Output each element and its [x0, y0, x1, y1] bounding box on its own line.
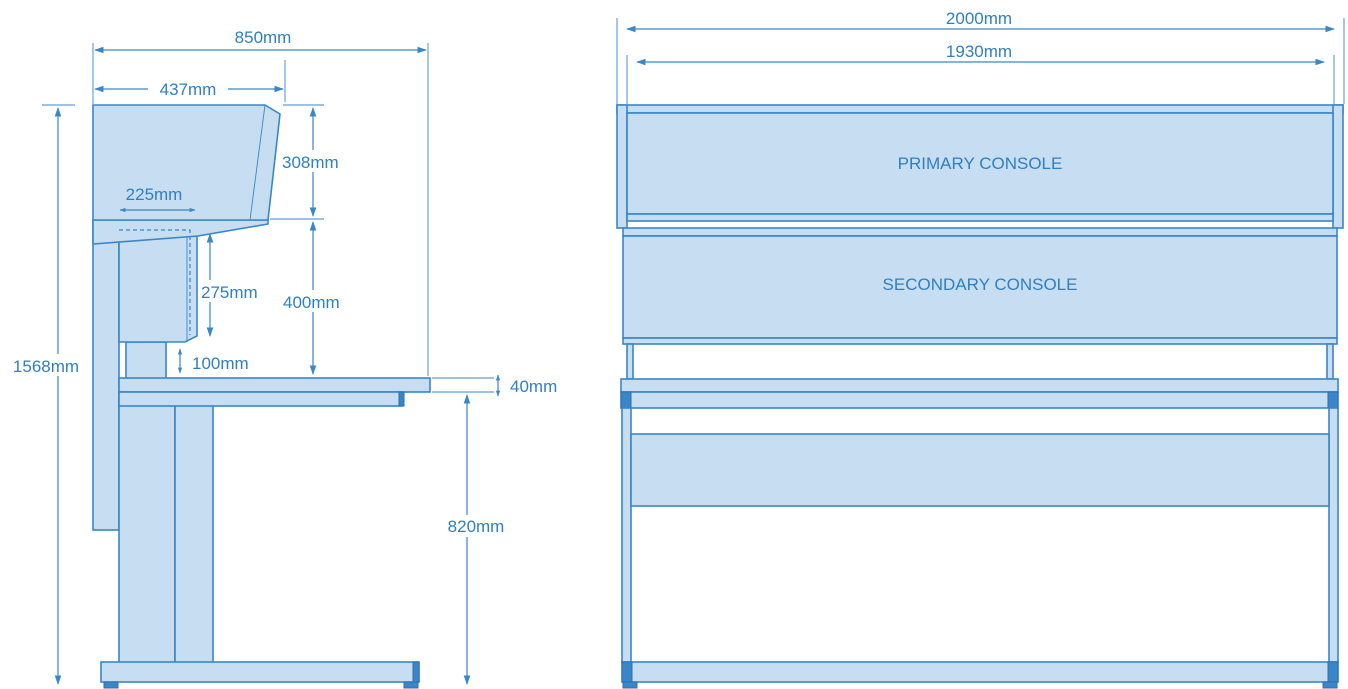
- base-foot-cap: [412, 661, 420, 683]
- dim-1930-label: 1930mm: [946, 42, 1012, 61]
- primary-console-label: PRIMARY CONSOLE: [898, 154, 1063, 173]
- secondary-console-top: [622, 227, 1338, 237]
- secondary-neck: [125, 341, 167, 381]
- desk-corner-left: [620, 391, 632, 409]
- dim-437-label: 437mm: [160, 80, 217, 99]
- dim-275-label: 275mm: [201, 283, 258, 302]
- desk-corner-right: [1327, 391, 1339, 409]
- console-dimension-drawing: 850mm 437mm 225mm 1568mm 308mm 275mm 400…: [6, 8, 1345, 689]
- desk-top: [118, 377, 431, 393]
- base-foot: [100, 661, 420, 683]
- foot-pad: [403, 681, 419, 689]
- primary-console-top: [616, 104, 1344, 114]
- front-leg-right: [1328, 407, 1339, 663]
- front-view: 2000mm 1930mm PRIMARY CONSOLE SECONDARY …: [616, 8, 1345, 689]
- dim-40-label: 40mm: [510, 377, 557, 396]
- secondary-console-label: SECONDARY CONSOLE: [883, 275, 1078, 294]
- foot-pad: [103, 681, 119, 689]
- base-corner-right: [1327, 661, 1339, 683]
- dim-308-label: 308mm: [282, 153, 339, 172]
- secondary-console-bottom: [622, 337, 1338, 345]
- rear-panel: [92, 219, 120, 531]
- base-corner-left: [621, 661, 633, 683]
- secondary-console-body: [118, 225, 198, 343]
- upright-column-rear: [174, 391, 214, 665]
- dim-400-label: 400mm: [283, 293, 340, 312]
- side-view: 850mm 437mm 225mm 1568mm 308mm 275mm 400…: [6, 26, 557, 689]
- dim-820-label: 820mm: [448, 517, 505, 536]
- front-desk-apron: [620, 391, 1339, 409]
- dim-850-label: 850mm: [235, 28, 292, 47]
- desk-underside: [118, 391, 403, 407]
- front-desk-top: [620, 378, 1339, 393]
- front-base: [621, 661, 1339, 683]
- dim-2000-label: 2000mm: [946, 9, 1012, 28]
- primary-console-frame: [1332, 104, 1344, 229]
- front-upright-right: [1326, 343, 1334, 380]
- dim-1568-label: 1568mm: [13, 357, 79, 376]
- dim-225-label: 225mm: [126, 185, 183, 204]
- upright-column: [118, 391, 176, 665]
- modesty-panel: [630, 433, 1330, 507]
- primary-console-bottom: [626, 213, 1334, 222]
- dim-100-label: 100mm: [192, 354, 249, 373]
- front-upright-left: [626, 343, 634, 380]
- front-leg-left: [621, 407, 632, 663]
- foot-pad: [622, 681, 638, 689]
- desk-edge-cap: [398, 391, 405, 407]
- primary-console-frame: [616, 104, 628, 229]
- foot-pad: [1322, 681, 1338, 689]
